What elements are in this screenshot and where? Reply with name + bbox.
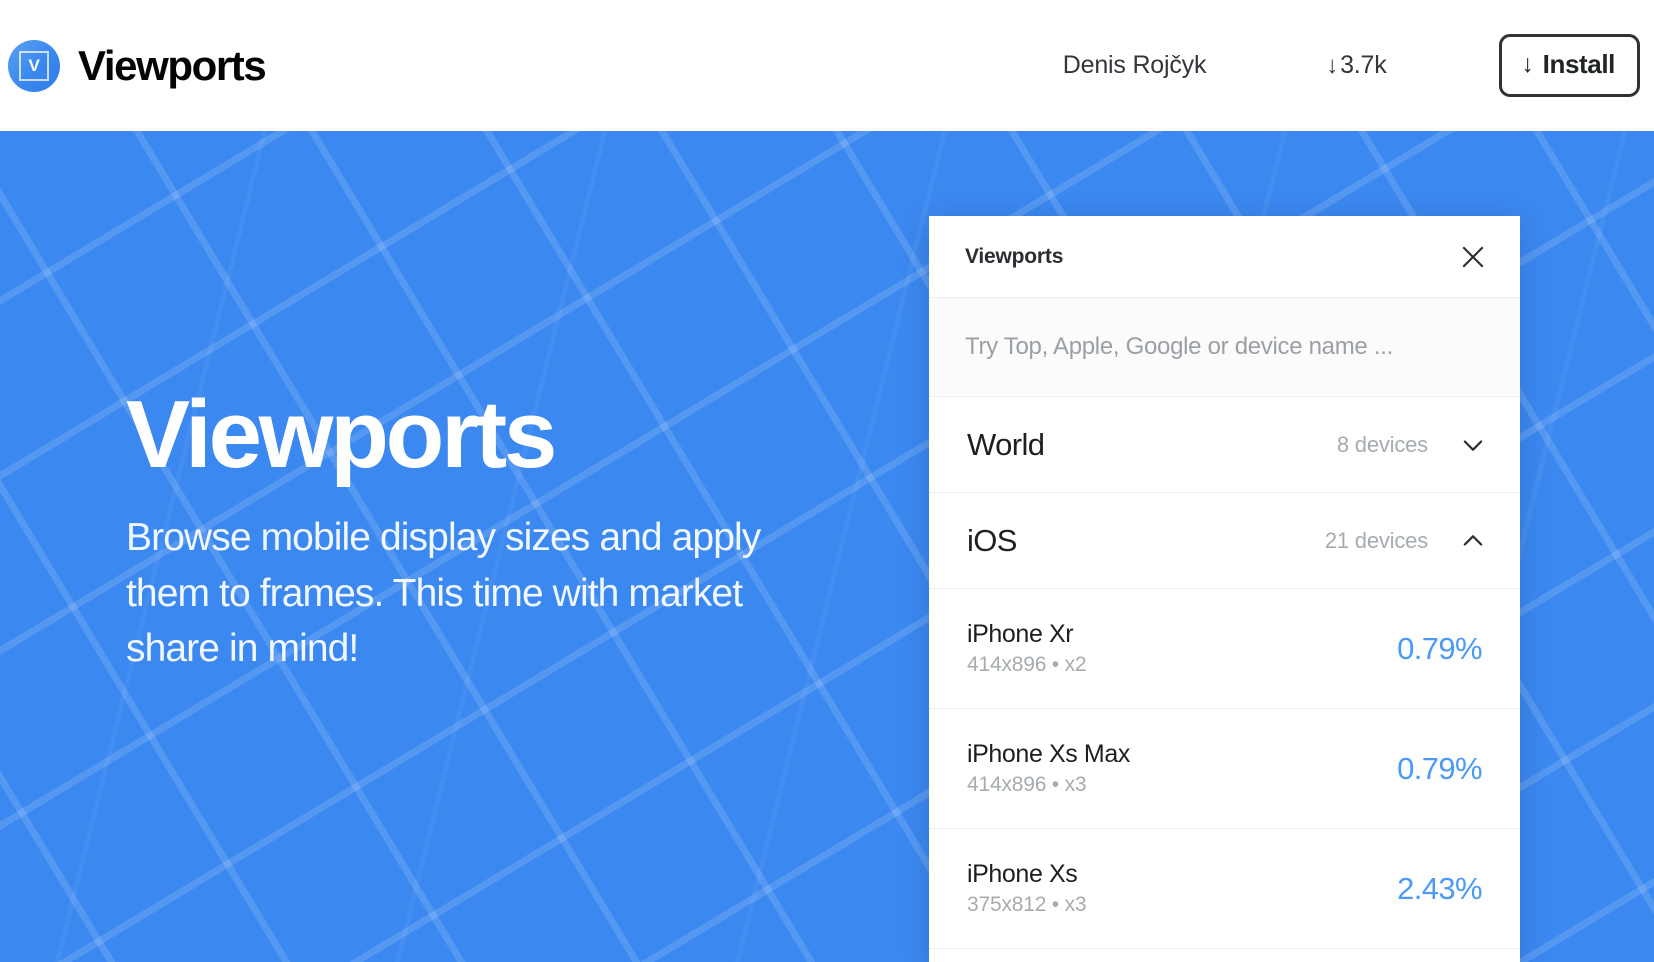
device-name: iPhone Xr xyxy=(967,620,1074,648)
author-name[interactable]: Denis Rojčyk xyxy=(1063,51,1207,80)
download-arrow-icon: ↓ xyxy=(1326,51,1339,79)
table-row[interactable]: iPhone Xs 375x812 • x3 2.43% xyxy=(929,829,1520,949)
install-button[interactable]: ↓ Install xyxy=(1498,34,1640,97)
install-count-value: 3.7k xyxy=(1340,51,1387,79)
device-market-share: 0.79% xyxy=(1397,750,1483,786)
logo-square-shape: V xyxy=(19,50,49,81)
device-spec: 375x812 • x3 xyxy=(967,893,1087,916)
group-name: iOS xyxy=(967,522,1017,558)
panel-title: Viewports xyxy=(965,244,1064,268)
device-market-share: 2.43% xyxy=(1397,870,1483,906)
device-name: iPhone Xs Max xyxy=(967,740,1130,768)
group-name: World xyxy=(967,426,1045,462)
install-count: ↓ 3.7k xyxy=(1326,51,1386,80)
hero-title: Viewports xyxy=(126,381,557,488)
search-row[interactable] xyxy=(929,298,1520,397)
group-device-count: 21 devices xyxy=(1324,527,1428,553)
device-market-share: 0.79% xyxy=(1397,630,1483,666)
plugin-panel: Viewports World 8 devices iOS 21 devices xyxy=(929,216,1520,962)
group-row-world[interactable]: World 8 devices xyxy=(929,397,1520,493)
panel-header: Viewports xyxy=(929,216,1520,298)
header-actions: Denis Rojčyk ↓ 3.7k ↓ Install xyxy=(1063,0,1654,131)
install-button-label: Install xyxy=(1542,49,1616,79)
group-row-ios[interactable]: iOS 21 devices xyxy=(929,493,1520,589)
device-info: iPhone Xr 414x896 • x2 xyxy=(967,620,1087,676)
hero-content: Viewports Browse mobile display sizes an… xyxy=(126,381,846,677)
group-device-count: 8 devices xyxy=(1336,431,1428,457)
page-root: V Viewports Denis Rojčyk ↓ 3.7k ↓ Instal… xyxy=(0,0,1654,962)
viewports-logo-icon: V xyxy=(8,39,60,92)
hero-subtitle: Browse mobile display sizes and apply th… xyxy=(126,515,761,671)
page-title: Viewports xyxy=(78,41,267,89)
chevron-up-icon[interactable] xyxy=(1458,526,1488,556)
device-info: iPhone Xs Max 414x896 • x3 xyxy=(967,740,1130,796)
device-name: iPhone Xs xyxy=(967,860,1078,888)
chevron-down-icon[interactable] xyxy=(1458,430,1488,460)
close-button[interactable] xyxy=(1456,240,1490,274)
brand[interactable]: V Viewports xyxy=(8,39,267,92)
close-icon xyxy=(1462,246,1484,267)
table-row[interactable]: iPhone Xs Max 414x896 • x3 0.79% xyxy=(929,709,1520,829)
top-header: V Viewports Denis Rojčyk ↓ 3.7k ↓ Instal… xyxy=(0,0,1654,131)
logo-letter: V xyxy=(28,56,40,75)
download-arrow-icon: ↓ xyxy=(1521,50,1535,78)
device-spec: 414x896 • x3 xyxy=(967,773,1087,796)
device-info: iPhone Xs 375x812 • x3 xyxy=(967,860,1087,916)
search-input[interactable] xyxy=(965,333,1484,361)
table-row[interactable]: iPhone Xr 414x896 • x2 0.79% xyxy=(929,589,1520,709)
device-spec: 414x896 • x2 xyxy=(967,653,1087,676)
